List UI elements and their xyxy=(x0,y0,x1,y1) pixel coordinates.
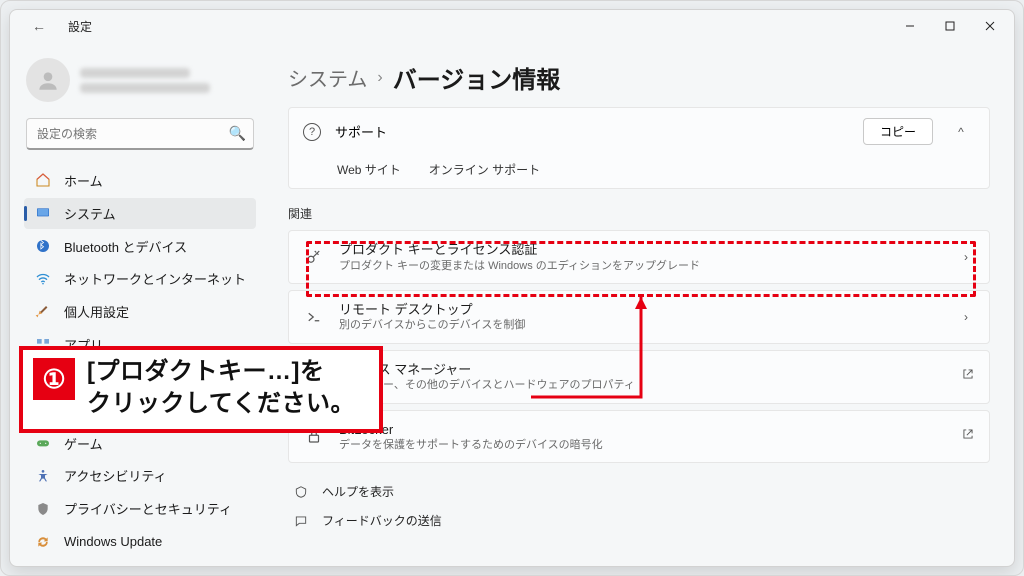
system-icon xyxy=(34,205,52,221)
copy-button[interactable]: コピー xyxy=(863,118,933,145)
sidebar-item-accessibility[interactable]: アクセシビリティ xyxy=(24,460,256,491)
feedback-icon xyxy=(292,514,310,528)
search-box[interactable]: 🔍 xyxy=(26,118,254,150)
row-desc: データを保護をサポートするためのデバイスの暗号化 xyxy=(339,438,947,452)
help-link-get-help[interactable]: ヘルプを表示 xyxy=(288,477,990,506)
chevron-right-icon: › xyxy=(957,310,975,324)
help-link-feedback[interactable]: フィードバックの送信 xyxy=(288,506,990,535)
sidebar-item-personalization[interactable]: 個人用設定 xyxy=(24,296,256,327)
sidebar-item-label: Windows Update xyxy=(64,534,162,549)
support-label: サポート xyxy=(335,122,849,141)
sidebar-item-privacy[interactable]: プライバシーとセキュリティ xyxy=(24,493,256,524)
avatar xyxy=(26,58,70,102)
row-remote-desktop[interactable]: リモート デスクトップ 別のデバイスからこのデバイスを制御 › xyxy=(288,290,990,344)
bluetooth-icon xyxy=(34,238,52,254)
close-button[interactable] xyxy=(970,12,1010,40)
key-icon xyxy=(303,248,325,266)
breadcrumb-parent[interactable]: システム xyxy=(288,63,367,92)
search-icon: 🔍 xyxy=(229,125,246,142)
row-title: プロダクト キーとライセンス認証 xyxy=(339,241,943,259)
minimize-button[interactable] xyxy=(890,12,930,40)
account-block[interactable] xyxy=(18,50,262,110)
row-title: リモート デスクトップ xyxy=(339,301,943,319)
support-link-online[interactable]: オンライン サポート xyxy=(429,161,540,178)
annotation-text: [プロダクトキー…]を クリックしてください。 xyxy=(87,356,355,421)
row-desc: プリンター、その他のデバイスとハードウェアのプロパティ xyxy=(339,378,947,392)
maximize-button[interactable] xyxy=(930,12,970,40)
home-icon xyxy=(34,172,52,188)
sidebar-item-windows-update[interactable]: Windows Update xyxy=(24,526,256,557)
chevron-right-icon: › xyxy=(957,250,975,264)
row-title: BitLocker xyxy=(339,421,947,439)
window-title: 設定 xyxy=(68,18,92,35)
external-link-icon xyxy=(961,427,975,446)
sidebar-item-label: アクセシビリティ xyxy=(64,466,167,485)
accessibility-icon xyxy=(34,468,52,484)
sidebar-item-label: Bluetooth とデバイス xyxy=(64,237,187,256)
sidebar-item-label: プライバシーとセキュリティ xyxy=(64,499,232,518)
section-related: 関連 xyxy=(288,205,990,222)
row-desc: 別のデバイスからこのデバイスを制御 xyxy=(339,318,943,332)
sidebar-item-label: システム xyxy=(64,204,116,223)
chevron-up-icon[interactable]: ^ xyxy=(947,125,975,139)
sidebar-item-label: ネットワークとインターネット xyxy=(64,269,246,288)
network-icon xyxy=(34,271,52,287)
support-card: ? サポート コピー ^ Web サイト オンライン サポート xyxy=(288,107,990,189)
personalization-icon xyxy=(34,304,52,320)
privacy-icon xyxy=(34,501,52,517)
row-product-key[interactable]: プロダクト キーとライセンス認証 プロダクト キーの変更または Windows … xyxy=(288,230,990,284)
sidebar: 🔍 ホーム システム Bluetooth とデバイス ネットワークとインター xyxy=(10,42,270,566)
gaming-icon xyxy=(34,435,52,451)
sidebar-item-bluetooth[interactable]: Bluetooth とデバイス xyxy=(24,231,256,262)
sidebar-item-network[interactable]: ネットワークとインターネット xyxy=(24,263,256,294)
breadcrumb: システム › バージョン情報 xyxy=(288,60,990,95)
sidebar-item-label: ゲーム xyxy=(64,434,103,453)
row-title: デバイス マネージャー xyxy=(339,361,947,379)
titlebar: ← 設定 xyxy=(10,10,1014,42)
chevron-right-icon: › xyxy=(377,69,382,87)
help-icon: ? xyxy=(303,123,321,141)
settings-window: ← 設定 🔍 ホーム xyxy=(9,9,1015,567)
row-bitlocker[interactable]: BitLocker データを保護をサポートするためのデバイスの暗号化 xyxy=(288,410,990,464)
sidebar-item-system[interactable]: システム xyxy=(24,198,256,229)
page-title: バージョン情報 xyxy=(393,60,561,95)
sidebar-item-label: 個人用設定 xyxy=(64,302,129,321)
annotation-number: ① xyxy=(33,358,75,400)
help-icon xyxy=(292,485,310,499)
sidebar-item-home[interactable]: ホーム xyxy=(24,165,256,196)
search-input[interactable] xyxy=(26,118,254,150)
main-content: システム › バージョン情報 ? サポート コピー ^ Web サイト オンライ… xyxy=(270,42,1014,566)
row-desc: プロダクト キーの変更または Windows のエディションをアップグレード xyxy=(339,259,943,273)
annotation-callout: ① [プロダクトキー…]を クリックしてください。 xyxy=(19,346,383,433)
external-link-icon xyxy=(961,367,975,386)
support-link-web[interactable]: Web サイト xyxy=(337,161,401,178)
remote-desktop-icon xyxy=(303,308,325,326)
row-device-manager[interactable]: デバイス マネージャー プリンター、その他のデバイスとハードウェアのプロパティ xyxy=(288,350,990,404)
windows-update-icon xyxy=(34,534,52,550)
sidebar-item-label: ホーム xyxy=(64,171,103,190)
back-button[interactable]: ← xyxy=(26,15,52,37)
